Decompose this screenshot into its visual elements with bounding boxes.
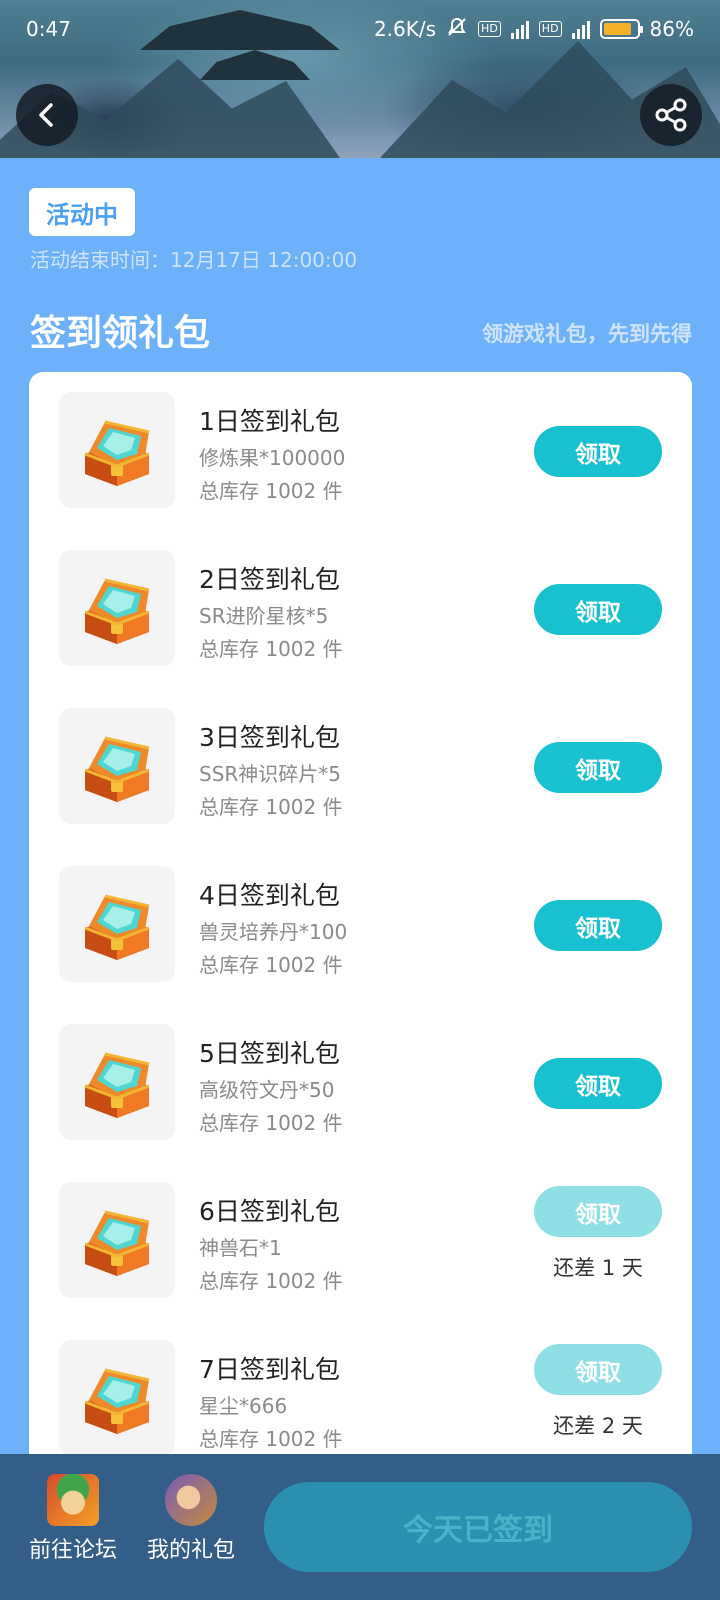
chevron-left-icon xyxy=(39,103,53,127)
forum-avatar xyxy=(47,1474,99,1526)
battery-icon xyxy=(599,19,643,39)
gift-content: 高级符文丹*50 xyxy=(199,1078,335,1102)
gift-name: 2日签到礼包 xyxy=(199,565,340,594)
gift-stock: 总库存 1002 件 xyxy=(199,479,343,503)
bottom-bar: 前往论坛 我的礼包 今天已签到 xyxy=(0,1454,720,1600)
gift-name: 1日签到礼包 xyxy=(199,407,340,436)
gift-content: 神兽石*1 xyxy=(199,1236,282,1260)
gift-content: 兽灵培养丹*100 xyxy=(199,920,348,944)
gift-name: 6日签到礼包 xyxy=(199,1197,340,1226)
gift-list-item: 2日签到礼包 SR进阶星核*5 总库存 1002 件 领取 xyxy=(29,530,692,691)
hd-badge-2: HD xyxy=(538,21,562,37)
gift-thumbnail xyxy=(59,866,175,982)
gift-content: 修炼果*100000 xyxy=(199,446,346,470)
gift-thumbnail xyxy=(59,708,175,824)
gift-list-item: 6日签到礼包 神兽石*1 总库存 1002 件 领取 还差 1 天 xyxy=(29,1162,692,1323)
gift-stock: 总库存 1002 件 xyxy=(199,1111,343,1135)
gift-content: SSR神识碎片*5 xyxy=(199,762,342,786)
gift-list-item: 4日签到礼包 兽灵培养丹*100 总库存 1002 件 领取 xyxy=(29,846,692,1007)
activity-end-time: 活动结束时间：12月17日 12:00:00 xyxy=(30,248,358,272)
gift-thumbnail xyxy=(59,392,175,508)
claim-button[interactable]: 领取 xyxy=(534,1344,662,1395)
treasure-chest-icon xyxy=(84,578,150,644)
my-gifts-label: 我的礼包 xyxy=(146,1538,235,1563)
section-subtitle: 领游戏礼包，先到先得 xyxy=(482,322,692,346)
forum-label: 前往论坛 xyxy=(28,1538,117,1563)
my-gifts-button[interactable]: 我的礼包 xyxy=(131,1474,251,1564)
gift-stock: 总库存 1002 件 xyxy=(199,1269,343,1293)
share-icon xyxy=(655,98,687,132)
gift-content: 星尘*666 xyxy=(199,1394,288,1418)
share-button[interactable] xyxy=(640,84,702,146)
claim-button[interactable]: 领取 xyxy=(534,584,662,635)
treasure-chest-icon xyxy=(84,1052,150,1118)
signed-today-button[interactable]: 今天已签到 xyxy=(264,1482,692,1572)
activity-status-badge: 活动中 xyxy=(29,188,135,236)
treasure-chest-icon xyxy=(84,894,150,960)
claim-button[interactable]: 领取 xyxy=(534,742,662,793)
signal-icon xyxy=(510,19,529,39)
gift-thumbnail xyxy=(59,550,175,666)
gift-content: SR进阶星核*5 xyxy=(199,604,329,628)
treasure-chest-icon xyxy=(84,1210,150,1276)
net-speed: 2.6K/s xyxy=(373,17,437,41)
status-time: 0:47 xyxy=(26,17,71,41)
battery-percent: 86% xyxy=(649,17,694,41)
back-button[interactable] xyxy=(16,84,78,146)
treasure-chest-icon xyxy=(84,736,150,802)
gift-list-item: 1日签到礼包 修炼果*100000 总库存 1002 件 领取 xyxy=(29,372,692,533)
gift-stock: 总库存 1002 件 xyxy=(199,1427,343,1451)
mute-icon xyxy=(446,16,468,43)
gift-list-item: 5日签到礼包 高级符文丹*50 总库存 1002 件 领取 xyxy=(29,1004,692,1165)
claim-button[interactable]: 领取 xyxy=(534,1058,662,1109)
my-gifts-avatar xyxy=(165,1474,217,1526)
gift-stock: 总库存 1002 件 xyxy=(199,637,343,661)
claim-button[interactable]: 领取 xyxy=(534,900,662,951)
days-remaining: 还差 2 天 xyxy=(553,1414,643,1438)
gift-thumbnail xyxy=(59,1182,175,1298)
treasure-chest-icon xyxy=(84,420,150,486)
treasure-chest-icon xyxy=(84,1368,150,1434)
section-title: 签到领礼包 xyxy=(30,313,211,354)
signal-icon-2 xyxy=(571,19,590,39)
gift-thumbnail xyxy=(59,1024,175,1140)
gift-thumbnail xyxy=(59,1340,175,1456)
gift-list-card: 1日签到礼包 修炼果*100000 总库存 1002 件 领取 2日签到礼包 S… xyxy=(29,372,692,1600)
gift-name: 7日签到礼包 xyxy=(199,1355,340,1384)
status-bar: 0:47 2.6K/s HD HD 86% xyxy=(0,0,720,58)
gift-name: 5日签到礼包 xyxy=(199,1039,340,1068)
gift-name: 3日签到礼包 xyxy=(199,723,340,752)
gift-list-item: 3日签到礼包 SSR神识碎片*5 总库存 1002 件 领取 xyxy=(29,688,692,849)
days-remaining: 还差 1 天 xyxy=(553,1256,643,1280)
gift-stock: 总库存 1002 件 xyxy=(199,953,343,977)
gift-stock: 总库存 1002 件 xyxy=(199,795,343,819)
claim-button[interactable]: 领取 xyxy=(534,1186,662,1237)
hd-badge: HD xyxy=(478,21,501,37)
forum-button[interactable]: 前往论坛 xyxy=(13,1474,133,1564)
claim-button[interactable]: 领取 xyxy=(534,426,662,477)
gift-name: 4日签到礼包 xyxy=(199,881,340,910)
